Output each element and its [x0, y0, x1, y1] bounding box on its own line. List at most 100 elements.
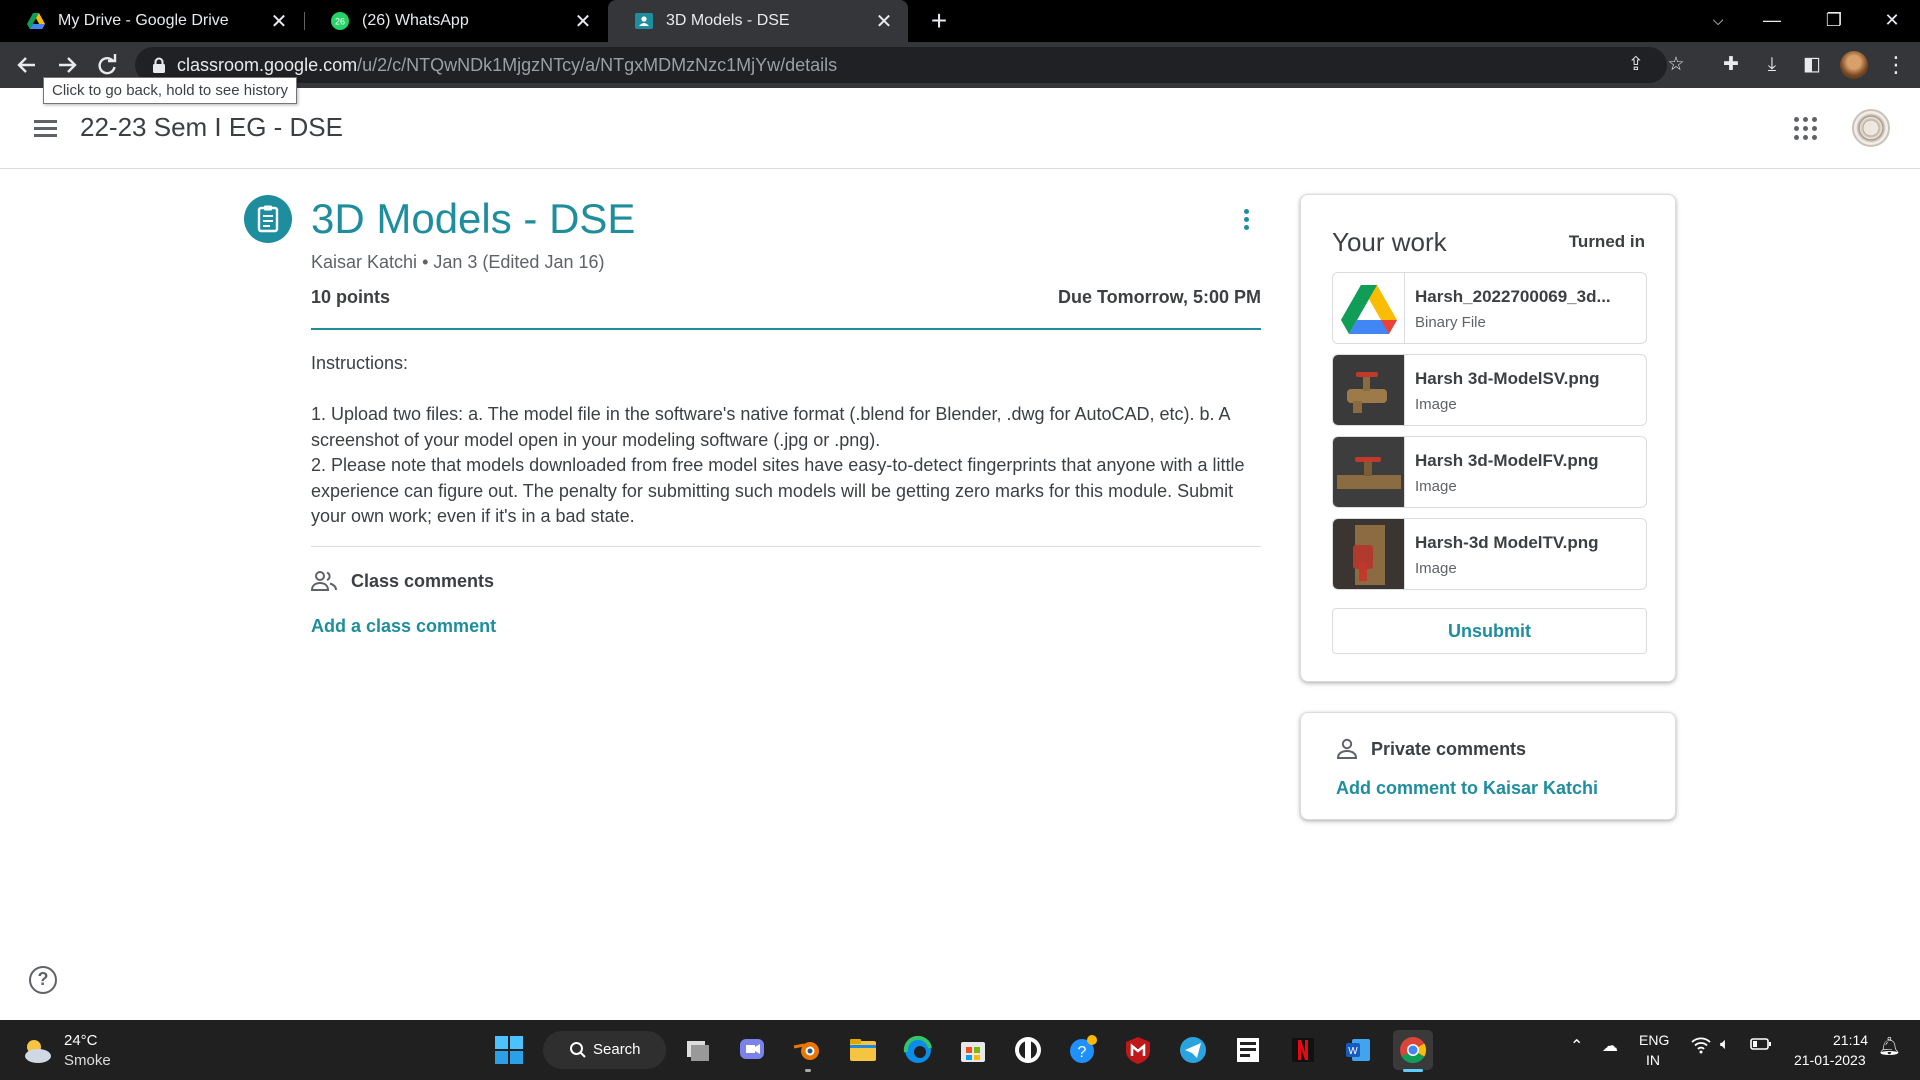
- windows-logo-icon: [495, 1036, 523, 1064]
- class-title[interactable]: 22-23 Sem I EG - DSE: [80, 112, 343, 143]
- meta-separator: •: [417, 252, 434, 272]
- blender-icon[interactable]: [788, 1030, 828, 1072]
- close-icon[interactable]: ✕: [265, 9, 293, 34]
- word-icon[interactable]: W: [1338, 1030, 1378, 1070]
- telegram-icon[interactable]: [1173, 1030, 1213, 1070]
- task-view-icon[interactable]: [678, 1030, 718, 1070]
- input-region[interactable]: IN: [1646, 1052, 1660, 1068]
- attachment-item[interactable]: Harsh 3d-ModelFV.png Image: [1332, 436, 1647, 508]
- teams-chat-icon[interactable]: [732, 1030, 772, 1070]
- url-path: /u/2/c/NTQwNDk1MjgzNTcy/a/NTgxMDMzNzc1Mj…: [357, 55, 838, 75]
- close-icon[interactable]: ✕: [569, 9, 597, 34]
- start-button[interactable]: [489, 1030, 529, 1070]
- clock-time[interactable]: 21:14: [1833, 1032, 1868, 1048]
- speaker-icon[interactable]: 🔈︎: [1720, 1036, 1730, 1054]
- faucet-image-icon: [1347, 372, 1387, 413]
- close-icon[interactable]: ✕: [870, 9, 898, 34]
- google-apps-icon[interactable]: [1792, 115, 1820, 143]
- points-label: 10 points: [311, 287, 391, 307]
- lock-icon[interactable]: [152, 57, 166, 73]
- google-drive-icon: [1341, 285, 1397, 334]
- battery-icon[interactable]: [1750, 1036, 1772, 1057]
- onedrive-cloud-icon[interactable]: ☁: [1602, 1036, 1618, 1056]
- assignment-meta: Kaisar Katchi • Jan 3 (Edited Jan 16): [311, 252, 604, 273]
- help-icon[interactable]: ?: [29, 966, 57, 994]
- add-class-comment-link[interactable]: Add a class comment: [311, 616, 496, 637]
- arrow-left-icon: [17, 57, 35, 73]
- more-vert-icon[interactable]: ⋮: [1880, 49, 1912, 81]
- attachment-name: Harsh 3d-ModelSV.png: [1415, 369, 1600, 388]
- document-app-icon[interactable]: [1228, 1030, 1268, 1070]
- restore-button[interactable]: ❐: [1806, 0, 1862, 42]
- attachment-name: Harsh 3d-ModelFV.png: [1415, 451, 1599, 470]
- back-button[interactable]: [11, 49, 43, 81]
- attachment-item[interactable]: Harsh-3d ModelTV.png Image: [1332, 518, 1647, 590]
- divider: [311, 328, 1261, 330]
- chevron-up-icon[interactable]: ⌃: [1570, 1036, 1583, 1056]
- hamburger-line: [34, 120, 57, 123]
- person-icon: [1336, 738, 1358, 759]
- attachment-thumbnail: [1333, 273, 1405, 343]
- svg-text:26: 26: [335, 17, 345, 27]
- google-drive-icon: [27, 13, 45, 29]
- tab-title: (26) WhatsApp: [362, 12, 469, 29]
- private-comments-heading: Private comments: [1336, 738, 1526, 760]
- browser-tab-bar: My Drive - Google Drive ✕ 26 (26) WhatsA…: [0, 0, 1920, 42]
- attachment-thumbnail: [1333, 355, 1405, 425]
- tab-whatsapp[interactable]: 26 (26) WhatsApp ✕: [304, 0, 607, 42]
- app-logo-icon[interactable]: [1008, 1030, 1048, 1070]
- tab-3d-models[interactable]: 3D Models - DSE ✕: [608, 0, 908, 42]
- search-icon: [570, 1042, 586, 1058]
- taskbar-search[interactable]: Search: [543, 1031, 666, 1069]
- edge-browser-icon[interactable]: [898, 1030, 938, 1070]
- input-language[interactable]: ENG: [1639, 1032, 1669, 1048]
- divider: [311, 546, 1261, 547]
- wifi-icon[interactable]: [1690, 1036, 1712, 1059]
- hamburger-line: [34, 134, 57, 137]
- download-icon[interactable]: ⤓: [1756, 49, 1788, 81]
- attachment-type: Binary File: [1415, 314, 1486, 331]
- unsubmit-button[interactable]: Unsubmit: [1332, 608, 1647, 654]
- class-comments-label: Class comments: [351, 570, 495, 591]
- file-explorer-icon[interactable]: [843, 1030, 883, 1070]
- microsoft-store-icon[interactable]: [953, 1030, 993, 1070]
- main-menu-button[interactable]: [24, 108, 66, 150]
- author-name: Kaisar Katchi: [311, 252, 418, 272]
- clock-date[interactable]: 21-01-2023: [1794, 1052, 1866, 1068]
- chrome-icon[interactable]: [1393, 1030, 1433, 1072]
- attachment-item[interactable]: Harsh_2022700069_3d... Binary File: [1332, 272, 1647, 344]
- tab-google-drive[interactable]: My Drive - Google Drive ✕: [0, 0, 303, 42]
- new-tab-button[interactable]: +: [922, 4, 956, 38]
- weather-cloud-icon[interactable]: [20, 1033, 54, 1067]
- assignment-instructions: Instructions: 1. Upload two files: a. Th…: [311, 353, 1245, 526]
- faucet-image-icon: [1353, 525, 1385, 585]
- google-classroom-icon: [635, 13, 653, 29]
- get-help-icon[interactable]: ?: [1063, 1030, 1103, 1070]
- svg-text:?: ?: [1078, 1044, 1087, 1061]
- private-comments-label: Private comments: [1371, 738, 1527, 759]
- notification-bell-icon[interactable]: 🔔︎: [1878, 1036, 1901, 1057]
- extensions-puzzle-icon[interactable]: ✚: [1715, 49, 1747, 81]
- netflix-icon[interactable]: [1283, 1030, 1323, 1070]
- tab-search-chevron-icon[interactable]: ⌵: [1690, 0, 1746, 42]
- add-private-comment-link[interactable]: Add comment to Kaisar Katchi: [1336, 778, 1598, 799]
- attachment-type: Image: [1415, 560, 1457, 577]
- svg-text:W: W: [1348, 1046, 1358, 1057]
- account-avatar[interactable]: [1852, 109, 1890, 147]
- address-bar[interactable]: classroom.google.com/u/2/c/NTQwNDk1MjgzN…: [135, 47, 1685, 83]
- bookmark-star-icon[interactable]: ☆: [1660, 49, 1692, 81]
- profile-avatar[interactable]: [1840, 51, 1868, 79]
- attachment-item[interactable]: Harsh 3d-ModelSV.png Image: [1332, 354, 1647, 426]
- due-date-label: Due Tomorrow, 5:00 PM: [1057, 287, 1261, 307]
- more-options-button[interactable]: [1231, 205, 1261, 235]
- close-window-button[interactable]: ✕: [1864, 0, 1920, 42]
- your-work-card: Your work Turned in Harsh_2022700069_3d.…: [1300, 194, 1676, 682]
- minimize-button[interactable]: —: [1744, 0, 1800, 42]
- side-panel-icon[interactable]: ◧: [1796, 49, 1828, 81]
- weather-temperature[interactable]: 24°C: [64, 1032, 98, 1049]
- share-icon[interactable]: ⇪: [1620, 49, 1652, 81]
- faucet-image-icon: [1337, 457, 1401, 489]
- weather-description[interactable]: Smoke: [64, 1052, 111, 1069]
- assignment-title: 3D Models - DSE: [311, 195, 636, 242]
- mcafee-icon[interactable]: [1118, 1030, 1158, 1070]
